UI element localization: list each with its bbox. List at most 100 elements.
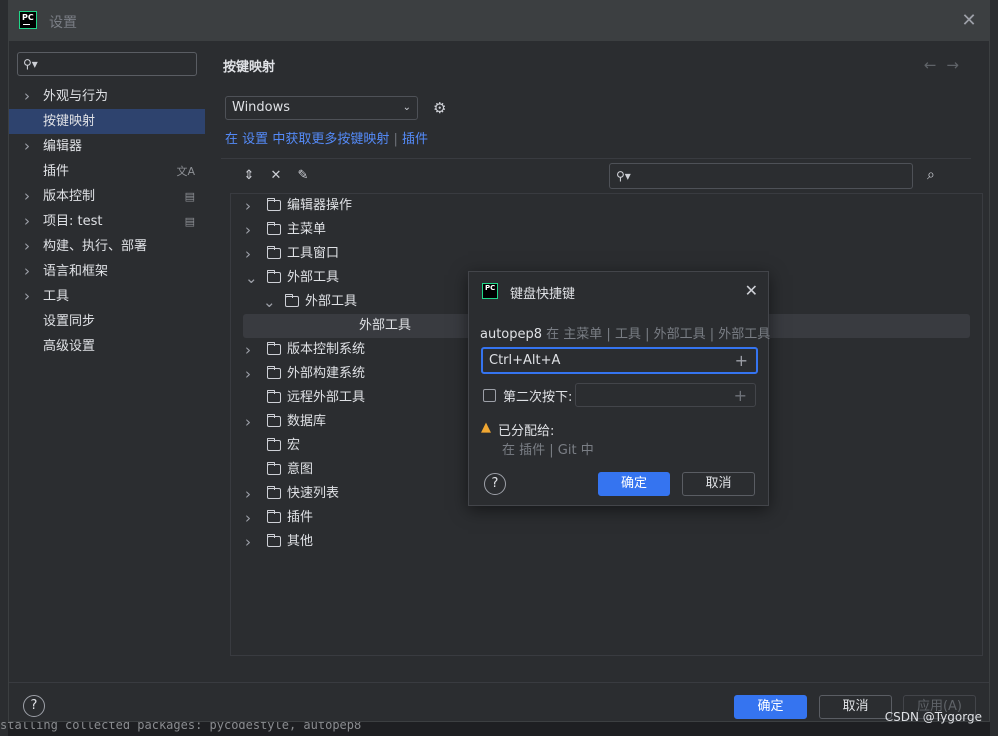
divider <box>221 158 971 159</box>
keymap-dropdown[interactable]: Windows ⌄ <box>225 96 418 120</box>
folder-icon <box>267 198 281 211</box>
chevron-right-icon[interactable]: › <box>24 209 30 234</box>
chevron-down-icon: ⌄ <box>402 102 411 113</box>
window-title: 设置 <box>49 15 77 31</box>
keyboard-shortcut-dialog: PC 键盘快捷键 ✕ autopep8 在 主菜单 | 工具 | 外部工具 | … <box>468 271 770 506</box>
action-path: autopep8 在 主菜单 | 工具 | 外部工具 | 外部工具 <box>480 323 770 342</box>
folder-icon <box>267 486 281 499</box>
ok-button[interactable]: 确定 <box>734 695 807 719</box>
chevron-right-icon[interactable]: › <box>245 338 251 362</box>
chevron-right-icon[interactable]: › <box>245 530 251 554</box>
second-stroke-label: 第二次按下: <box>503 390 573 405</box>
chevron-right-icon[interactable]: › <box>245 410 251 434</box>
tree-row-label: 意图 <box>287 462 314 477</box>
chevron-right-icon[interactable]: › <box>24 234 30 259</box>
sidebar-item[interactable]: › 版本控制 ▤ <box>9 184 205 209</box>
sidebar-item-label: 插件 <box>43 164 70 179</box>
dialog-cancel-button[interactable]: 取消 <box>682 472 755 496</box>
translate-icon: 文A <box>176 165 195 178</box>
shortcut-input[interactable]: Ctrl+Alt+A + <box>481 347 758 374</box>
folder-icon <box>267 534 281 547</box>
expand-all-icon[interactable]: ⇕ <box>241 168 257 183</box>
background-ide-left <box>0 0 8 736</box>
gear-icon[interactable]: ⚙ <box>433 99 446 117</box>
sidebar-item-label: 编辑器 <box>43 139 83 154</box>
chevron-right-icon[interactable]: › <box>245 242 251 266</box>
dialog-footer: ? 确定 取消 应用(A) <box>9 682 989 723</box>
tree-row[interactable]: › 工具窗口 <box>231 242 982 266</box>
chevron-right-icon[interactable]: › <box>245 194 251 218</box>
sidebar-item[interactable]: › 语言和框架 <box>9 259 205 284</box>
tree-row-label: 版本控制系统 <box>287 342 366 357</box>
sidebar-search-input[interactable]: ⚲▾ <box>17 52 197 76</box>
sidebar-item[interactable]: 高级设置 <box>9 334 205 359</box>
folder-icon <box>267 510 281 523</box>
sidebar-item[interactable]: › 项目: test ▤ <box>9 209 205 234</box>
help-icon[interactable]: ? <box>23 695 45 717</box>
tree-row-label: 主菜单 <box>287 222 327 237</box>
chevron-right-icon[interactable]: › <box>245 362 251 386</box>
chevron-right-icon[interactable]: › <box>24 84 30 109</box>
tree-row-label: 远程外部工具 <box>287 390 366 405</box>
folder-icon <box>267 414 281 427</box>
back-arrow-icon[interactable]: ← <box>924 56 947 74</box>
chevron-right-icon[interactable]: › <box>245 506 251 530</box>
sidebar-item-label: 构建、执行、部署 <box>43 239 148 254</box>
settings-link[interactable]: 设置 <box>242 132 268 147</box>
sidebar-list: › 外观与行为 按键映射 › 编辑器 插件 文A › 版本控制 ▤ › 项目: test ▤ › 构建、执行… <box>9 84 205 359</box>
close-icon[interactable]: ✕ <box>959 11 979 31</box>
help-icon[interactable]: ? <box>484 473 506 495</box>
search-icon: ⚲▾ <box>23 57 38 71</box>
chevron-right-icon[interactable]: › <box>24 284 30 309</box>
cancel-button[interactable]: 取消 <box>819 695 892 719</box>
plugins-link[interactable]: 插件 <box>402 132 428 147</box>
plus-icon[interactable]: + <box>735 349 748 372</box>
second-stroke-checkbox[interactable] <box>483 389 496 402</box>
tree-row[interactable]: › 其他 <box>231 530 982 554</box>
sidebar-item[interactable]: 按键映射 <box>9 109 205 134</box>
tree-row-label: 编辑器操作 <box>287 198 353 213</box>
tree-row[interactable]: › 主菜单 <box>231 218 982 242</box>
chevron-right-icon[interactable]: › <box>245 482 251 506</box>
sidebar-item[interactable]: › 编辑器 <box>9 134 205 159</box>
action-search-input[interactable]: ⚲▾ <box>609 163 913 189</box>
edit-icon[interactable]: ✎ <box>295 168 311 183</box>
tree-row-label: 外部工具 <box>359 318 412 333</box>
tree-row-label: 快速列表 <box>287 486 340 501</box>
tree-row-label: 外部构建系统 <box>287 366 366 381</box>
sidebar-item[interactable]: › 构建、执行、部署 <box>9 234 205 259</box>
folder-icon <box>267 438 281 451</box>
action-name: autopep8 <box>480 327 543 342</box>
link-middle[interactable]: 中获取更多按键映射 <box>272 132 389 147</box>
tree-row-label: 外部工具 <box>305 294 358 309</box>
chevron-right-icon[interactable]: › <box>24 134 30 159</box>
link-prefix: 在 <box>225 132 239 147</box>
title-bar: PC 设置 ✕ <box>9 1 989 41</box>
project-icon: ▤ <box>184 190 195 203</box>
sidebar-item[interactable]: 设置同步 <box>9 309 205 334</box>
tree-row-label: 数据库 <box>287 414 327 429</box>
chevron-right-icon[interactable]: › <box>24 184 30 209</box>
page-title: 按键映射 <box>223 60 276 75</box>
chevron-down-icon[interactable]: ⌄ <box>263 290 276 314</box>
chevron-right-icon[interactable]: › <box>245 218 251 242</box>
sidebar-item[interactable]: › 外观与行为 <box>9 84 205 109</box>
sidebar-item[interactable]: 插件 文A <box>9 159 205 184</box>
second-stroke-input[interactable]: + <box>575 383 756 407</box>
plus-icon[interactable]: + <box>734 386 747 405</box>
pycharm-logo-icon: PC <box>482 283 498 299</box>
tree-row[interactable]: › 编辑器操作 <box>231 194 982 218</box>
history-nav[interactable]: ←→ <box>924 56 969 74</box>
collapse-all-icon[interactable]: ✕ <box>268 168 284 183</box>
find-by-shortcut-icon[interactable]: ⌕ <box>927 167 935 183</box>
sidebar-item-label: 语言和框架 <box>43 264 109 279</box>
chevron-right-icon[interactable]: › <box>24 259 30 284</box>
background-ide-right <box>990 0 998 736</box>
close-icon[interactable]: ✕ <box>745 281 758 300</box>
dialog-ok-button[interactable]: 确定 <box>598 472 670 496</box>
tree-row[interactable]: › 插件 <box>231 506 982 530</box>
sidebar-item[interactable]: › 工具 <box>9 284 205 309</box>
forward-arrow-icon[interactable]: → <box>946 56 969 74</box>
chevron-down-icon[interactable]: ⌄ <box>245 266 258 290</box>
link-separator: | <box>393 132 398 147</box>
